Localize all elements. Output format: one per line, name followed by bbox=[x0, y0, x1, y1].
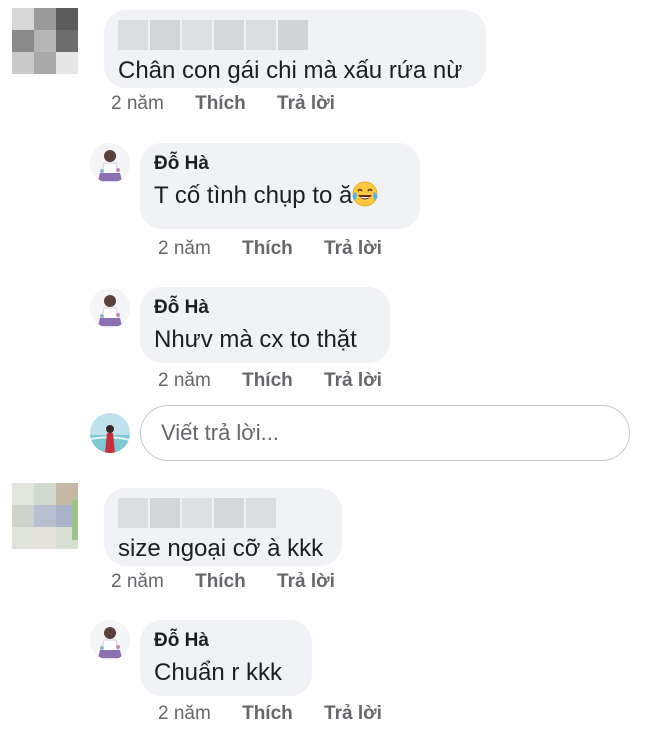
avatar-blurred[interactable] bbox=[12, 483, 78, 549]
author-name[interactable]: Đỗ Hà bbox=[154, 630, 298, 652]
reply-bubble: Đỗ Hà Chuẩn r kkk bbox=[140, 620, 312, 696]
avatar-do-ha[interactable] bbox=[90, 288, 130, 328]
like-button[interactable]: Thích bbox=[242, 238, 293, 259]
current-user-avatar bbox=[90, 413, 130, 453]
avatar-do-ha[interactable] bbox=[90, 143, 130, 183]
reply-button[interactable]: Trả lời bbox=[324, 703, 382, 724]
reply-time[interactable]: 2 năm bbox=[158, 703, 211, 724]
author-name[interactable]: Đỗ Hà bbox=[154, 297, 376, 319]
author-name-blurred bbox=[118, 20, 472, 50]
reply-bubble: Đỗ Hà T cố tình chụp to ă bbox=[140, 143, 420, 229]
reply-button[interactable]: Trả lời bbox=[277, 571, 335, 592]
reply-text: T cố tình chụp to ă bbox=[154, 181, 406, 215]
like-button[interactable]: Thích bbox=[242, 370, 293, 391]
comment-actions: 2 năm Thích Trả lời bbox=[111, 93, 361, 115]
comment-bubble: size ngoại cỡ à kkk bbox=[104, 488, 342, 566]
comment-time[interactable]: 2 năm bbox=[111, 571, 164, 592]
tears-of-joy-emoji-icon bbox=[352, 181, 378, 215]
reply-time[interactable]: 2 năm bbox=[158, 370, 211, 391]
comment-text: Chân con gái chi mà xấu rứa nừ bbox=[118, 57, 463, 84]
reply-actions: 2 năm Thích Trả lời bbox=[158, 370, 408, 392]
comment-actions: 2 năm Thích Trả lời bbox=[111, 571, 361, 593]
reply-bubble: Đỗ Hà Nhưv mà cx to thặt bbox=[140, 287, 390, 363]
comment-bubble: Chân con gái chi mà xấu rứa nừ bbox=[104, 10, 486, 88]
author-name[interactable]: Đỗ Hà bbox=[154, 153, 406, 175]
reply-actions: 2 năm Thích Trả lời bbox=[158, 703, 408, 725]
comment-text: size ngoại cỡ à kkk bbox=[118, 535, 324, 562]
reply-time[interactable]: 2 năm bbox=[158, 238, 211, 259]
reply-button[interactable]: Trả lời bbox=[277, 93, 335, 114]
like-button[interactable]: Thích bbox=[242, 703, 293, 724]
comment-time[interactable]: 2 năm bbox=[111, 93, 164, 114]
avatar-edge bbox=[72, 500, 78, 540]
reply-text: Nhưv mà cx to thặt bbox=[154, 326, 357, 353]
reply-button[interactable]: Trả lời bbox=[324, 238, 382, 259]
like-button[interactable]: Thích bbox=[195, 93, 246, 114]
avatar-do-ha[interactable] bbox=[90, 620, 130, 660]
author-name-blurred bbox=[118, 498, 328, 528]
like-button[interactable]: Thích bbox=[195, 571, 246, 592]
reply-actions: 2 năm Thích Trả lời bbox=[158, 238, 408, 260]
reply-text: Chuẩn r kkk bbox=[154, 659, 283, 686]
reply-input[interactable]: Viết trả lời... bbox=[140, 405, 630, 461]
reply-button[interactable]: Trả lời bbox=[324, 370, 382, 391]
avatar-blurred[interactable] bbox=[12, 8, 78, 74]
